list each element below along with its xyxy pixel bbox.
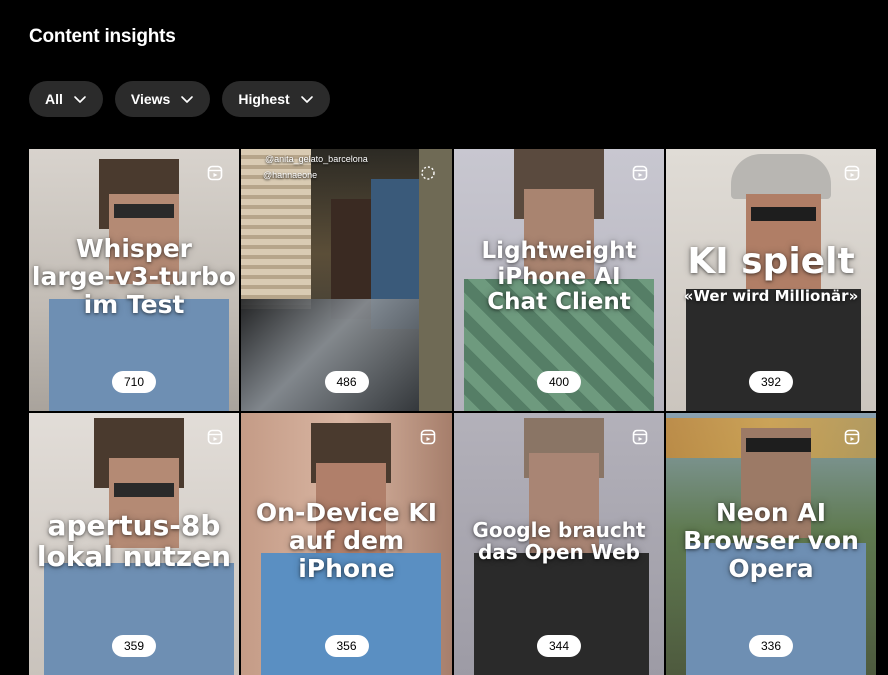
tile-caption: On-Device KI auf dem iPhone bbox=[255, 498, 438, 584]
view-count-badge: 336 bbox=[748, 635, 794, 657]
view-count-badge: 710 bbox=[111, 371, 157, 393]
content-tile[interactable]: Neon AI Browser von Opera 336 bbox=[666, 413, 876, 675]
content-grid: Whisper large-v3-turbo im Test 710 @anit… bbox=[29, 149, 876, 675]
tile-caption: Whisper large-v3-turbo im Test bbox=[31, 234, 237, 320]
tag-label: @hannaeone bbox=[263, 170, 318, 180]
tag-label: @anita_gelato_barcelona bbox=[265, 154, 368, 164]
tile-caption: KI spielt bbox=[687, 241, 855, 283]
view-count-badge: 359 bbox=[111, 635, 157, 657]
tile-subcaption: «Wer wird Millionär» bbox=[683, 286, 859, 305]
tile-caption: Lightweight iPhone AI Chat Client bbox=[481, 237, 637, 316]
reel-icon bbox=[844, 429, 860, 445]
filter-views-label: Views bbox=[130, 91, 171, 107]
chevron-down-icon bbox=[300, 96, 313, 103]
loading-icon bbox=[421, 166, 435, 180]
reel-icon bbox=[207, 165, 223, 181]
chevron-down-icon bbox=[74, 96, 86, 103]
view-count-badge: 344 bbox=[536, 635, 582, 657]
reel-icon bbox=[420, 429, 436, 445]
page-title: Content insights bbox=[29, 26, 176, 47]
tile-caption: Google braucht das Open Web bbox=[472, 517, 646, 565]
content-tile[interactable]: @anita_gelato_barcelona @hannaeone 486 bbox=[241, 149, 452, 411]
content-tile[interactable]: KI spielt «Wer wird Millionär» 392 bbox=[666, 149, 876, 411]
content-tile[interactable]: apertus-8b lokal nutzen 359 bbox=[29, 413, 239, 675]
filter-all-dropdown[interactable]: All bbox=[29, 81, 103, 117]
tile-caption: Neon AI Browser von Opera bbox=[683, 498, 859, 584]
view-count-badge: 400 bbox=[536, 371, 582, 393]
view-count-badge: 486 bbox=[324, 371, 369, 393]
filter-bar: All Views Highest bbox=[29, 81, 330, 117]
filter-all-label: All bbox=[45, 91, 63, 107]
content-tile[interactable]: Lightweight iPhone AI Chat Client 400 bbox=[454, 149, 664, 411]
tile-caption: apertus-8b lokal nutzen bbox=[36, 509, 232, 574]
chevron-down-icon bbox=[181, 96, 194, 103]
content-tile[interactable]: Whisper large-v3-turbo im Test 710 bbox=[29, 149, 239, 411]
filter-sort-label: Highest bbox=[238, 91, 290, 107]
view-count-badge: 392 bbox=[748, 371, 794, 393]
reel-icon bbox=[632, 165, 648, 181]
view-count-badge: 356 bbox=[324, 635, 369, 657]
reel-icon bbox=[632, 429, 648, 445]
content-tile[interactable]: On-Device KI auf dem iPhone 356 bbox=[241, 413, 452, 675]
filter-sort-dropdown[interactable]: Highest bbox=[222, 81, 330, 117]
filter-views-dropdown[interactable]: Views bbox=[114, 81, 211, 117]
content-tile[interactable]: Google braucht das Open Web 344 bbox=[454, 413, 664, 675]
reel-icon bbox=[844, 165, 860, 181]
reel-icon bbox=[207, 429, 223, 445]
